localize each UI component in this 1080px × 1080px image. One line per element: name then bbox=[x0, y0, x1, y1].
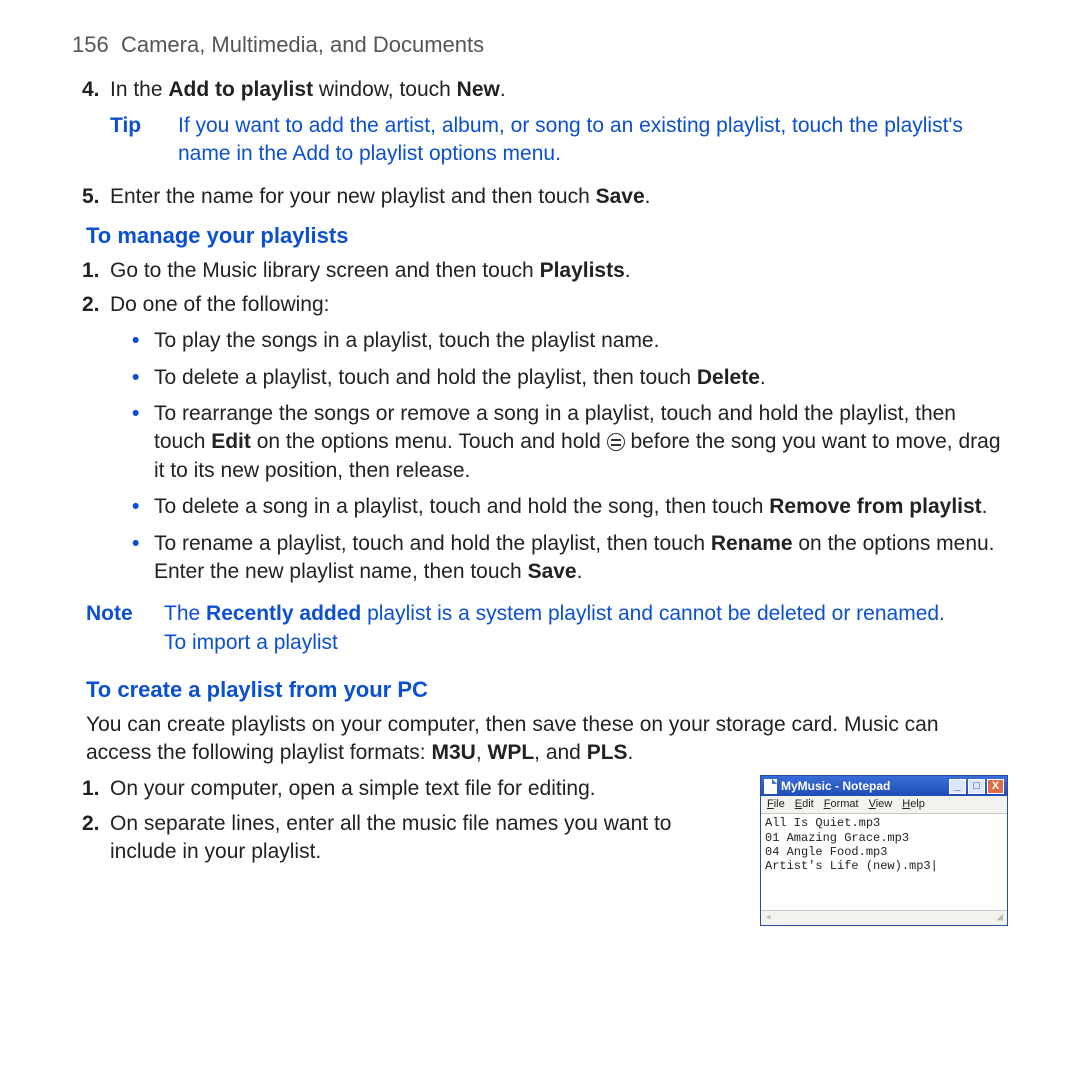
manage-step-2: 2.Do one of the following: bbox=[110, 291, 1008, 319]
section-create-pc-playlist: To create a playlist from your PC bbox=[86, 675, 1008, 705]
menu-format[interactable]: Format bbox=[824, 797, 859, 812]
minimize-button[interactable]: _ bbox=[949, 779, 966, 794]
step-4: 4.In the Add to playlist window, touch N… bbox=[110, 76, 1008, 104]
menu-file[interactable]: File bbox=[767, 797, 785, 812]
create-pc-intro: You can create playlists on your compute… bbox=[72, 711, 1008, 768]
notepad-window: MyMusic - Notepad _ □ X File Edit Format… bbox=[760, 775, 1008, 926]
bullet-rearrange: To rearrange the songs or remove a song … bbox=[154, 400, 1008, 485]
chapter-title: Camera, Multimedia, and Documents bbox=[121, 32, 484, 57]
bullet-rename: To rename a playlist, touch and hold the… bbox=[154, 530, 1008, 587]
list-marker: 2. bbox=[82, 291, 110, 319]
notepad-title-text: MyMusic - Notepad bbox=[781, 778, 890, 794]
section-manage-playlists: To manage your playlists bbox=[86, 221, 1008, 251]
tip-label: Tip bbox=[110, 112, 178, 169]
bullet-delete: To delete a playlist, touch and hold the… bbox=[154, 364, 1008, 392]
notepad-file-icon bbox=[764, 779, 777, 794]
maximize-button[interactable]: □ bbox=[968, 779, 985, 794]
menu-view[interactable]: View bbox=[869, 797, 893, 812]
notepad-text-area[interactable]: All Is Quiet.mp3 01 Amazing Grace.mp3 04… bbox=[761, 814, 1007, 910]
resize-grip-icon[interactable]: ◢ bbox=[996, 911, 1003, 925]
step-5: 5.Enter the name for your new playlist a… bbox=[110, 183, 1008, 211]
list-marker: 5. bbox=[82, 183, 110, 211]
list-marker: 1. bbox=[82, 257, 110, 285]
list-marker: 4. bbox=[82, 76, 110, 104]
menu-edit[interactable]: Edit bbox=[795, 797, 814, 812]
notepad-menubar[interactable]: File Edit Format View Help bbox=[761, 796, 1007, 814]
bullet-play: To play the songs in a playlist, touch t… bbox=[154, 327, 1008, 355]
note-block: Note The Recently added playlist is a sy… bbox=[72, 600, 1008, 657]
list-marker: 2. bbox=[82, 810, 110, 838]
notepad-titlebar[interactable]: MyMusic - Notepad _ □ X bbox=[761, 776, 1007, 796]
grip-circle-icon bbox=[607, 433, 625, 451]
pc-step-2: 2.On separate lines, enter all the music… bbox=[110, 810, 736, 867]
bullet-delete-song: To delete a song in a playlist, touch an… bbox=[154, 493, 1008, 521]
page-number: 156 bbox=[72, 32, 109, 57]
tip-text: If you want to add the artist, album, or… bbox=[178, 112, 1008, 169]
menu-help[interactable]: Help bbox=[902, 797, 925, 812]
close-button[interactable]: X bbox=[987, 779, 1004, 794]
notepad-statusbar: ◂ ◢ bbox=[761, 910, 1007, 925]
note-text: The Recently added playlist is a system … bbox=[164, 600, 945, 657]
list-marker: 1. bbox=[82, 775, 110, 803]
tip-block: Tip If you want to add the artist, album… bbox=[72, 112, 1008, 169]
manage-step-1: 1.Go to the Music library screen and the… bbox=[110, 257, 1008, 285]
scroll-left-icon[interactable]: ◂ bbox=[765, 911, 772, 925]
page-header: 156 Camera, Multimedia, and Documents bbox=[72, 30, 1008, 60]
note-label: Note bbox=[86, 600, 164, 657]
pc-step-1: 1.On your computer, open a simple text f… bbox=[110, 775, 736, 803]
